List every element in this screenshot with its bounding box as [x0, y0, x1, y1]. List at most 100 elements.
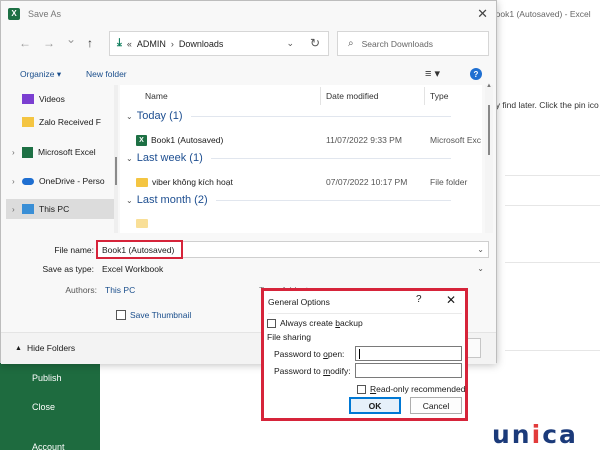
hide-folders-button[interactable]: ▲ Hide Folders: [15, 343, 75, 353]
authors-value[interactable]: This PC: [105, 285, 135, 295]
sidebar-item-this-pc[interactable]: › This PC: [6, 199, 114, 219]
excel-icon: [22, 146, 33, 158]
general-options-dialog: General Options ? ✕ Always create backup…: [261, 288, 468, 421]
checkbox-icon[interactable]: [267, 318, 276, 328]
unica-logo: unica: [492, 420, 578, 449]
always-create-backup-label: Always create backup: [280, 318, 363, 328]
help-icon[interactable]: ?: [416, 294, 422, 305]
menu-publish[interactable]: Publish: [32, 373, 62, 383]
read-only-recommended-checkbox[interactable]: Read-only recommended: [357, 384, 465, 394]
save-as-type-select[interactable]: Excel Workbook ⌄: [97, 260, 489, 277]
dialog-title: Save As: [28, 8, 62, 19]
column-date-modified[interactable]: Date modified: [326, 85, 378, 107]
sidebar-item-videos[interactable]: Videos: [6, 89, 114, 109]
chevron-up-icon: ▲: [15, 344, 22, 352]
column-name[interactable]: Name: [145, 85, 168, 107]
help-icon[interactable]: ?: [470, 68, 482, 80]
sidebar-item-zalo[interactable]: Zalo Received F: [6, 112, 114, 132]
back-arrow-icon[interactable]: ←: [19, 36, 31, 50]
file-sharing-label: File sharing: [267, 332, 311, 342]
menu-close[interactable]: Close: [32, 402, 55, 412]
save-as-type-label: Save as type:: [42, 264, 94, 274]
excel-file-icon: X: [136, 135, 147, 147]
search-box[interactable]: ⌕ Search Downloads: [337, 31, 489, 56]
group-today[interactable]: ⌄ Today (1): [120, 110, 482, 122]
sidebar-item-onedrive[interactable]: › OneDrive - Perso: [6, 171, 114, 191]
view-options-icon[interactable]: ≡ ▾: [425, 67, 440, 80]
sidebar-scrollbar[interactable]: [114, 85, 118, 233]
checkbox-icon[interactable]: [116, 310, 126, 320]
this-pc-icon: [22, 204, 34, 214]
search-placeholder: Search Downloads: [361, 38, 433, 49]
file-name: viber không kích hoạt: [152, 177, 233, 187]
up-arrow-icon[interactable]: ↑: [87, 36, 93, 50]
file-name-highlight: [96, 240, 183, 259]
ok-button[interactable]: OK: [349, 397, 401, 414]
excel-icon: X: [8, 7, 20, 20]
file-type: Microsoft Exc: [430, 135, 482, 145]
organize-button[interactable]: Organize ▾: [20, 69, 61, 80]
refresh-icon[interactable]: ↻: [310, 36, 320, 50]
excel-window-title: Book1 (Autosaved) - Excel: [490, 9, 591, 19]
forward-arrow-icon[interactable]: →: [43, 36, 55, 50]
chevron-right-icon[interactable]: ›: [12, 148, 22, 157]
chevron-right-icon[interactable]: ›: [12, 177, 22, 186]
file-row-partial[interactable]: [120, 215, 482, 233]
sidebar-item-microsoft-excel[interactable]: › Microsoft Excel: [6, 142, 114, 162]
checkbox-icon[interactable]: [357, 384, 366, 394]
breadcrumb-downloads[interactable]: Downloads: [179, 39, 224, 49]
file-row[interactable]: viber không kích hoạt 07/07/2022 10:17 P…: [120, 172, 482, 192]
sidebar-item-label: OneDrive - Perso: [39, 176, 105, 186]
group-last-week[interactable]: ⌄ Last week (1): [120, 152, 482, 164]
file-name-label: File name:: [54, 245, 94, 255]
cancel-button[interactable]: Cancel: [410, 397, 462, 414]
password-modify-input[interactable]: [355, 363, 462, 378]
file-type: File folder: [430, 177, 468, 187]
group-label: Last month (2): [136, 194, 208, 206]
sidebar-item-label: Zalo Received F: [39, 117, 101, 127]
close-icon[interactable]: ✕: [477, 6, 488, 22]
group-last-month[interactable]: ⌄ Last month (2): [120, 194, 482, 206]
file-list-scrollbar[interactable]: ▲: [485, 83, 493, 233]
group-label: Last week (1): [136, 152, 203, 164]
scroll-up-icon[interactable]: ▲: [486, 83, 492, 89]
password-modify-label: Password to modify:: [274, 366, 351, 376]
backstage-nav: Publish Close Account: [0, 355, 100, 450]
password-open-label: Password to open:: [274, 349, 345, 359]
chevron-down-icon: ⌄: [126, 153, 133, 163]
save-as-type-value: Excel Workbook: [102, 263, 164, 274]
file-date: 11/07/2022 9:33 PM: [326, 135, 402, 145]
chevron-down-icon: ⌄: [126, 111, 133, 121]
chevron-down-icon[interactable]: ⌄: [477, 264, 484, 273]
onedrive-icon: [22, 177, 34, 185]
download-icon: ⤓: [117, 37, 122, 49]
recent-locations-icon[interactable]: ⌄: [66, 32, 76, 46]
folder-icon: [136, 219, 148, 229]
general-options-title: General Options: [268, 297, 330, 307]
group-label: Today (1): [136, 110, 183, 122]
file-list: Name Date modified Type ⌄ Today (1) X Boo…: [120, 85, 482, 233]
chevron-down-icon[interactable]: ⌄: [286, 38, 294, 49]
password-open-input[interactable]: [355, 346, 462, 361]
videos-folder-icon: [22, 94, 34, 104]
address-bar[interactable]: ⤓ « ADMIN › Downloads ⌄ ↻: [109, 31, 329, 56]
sidebar-item-label: Videos: [39, 94, 65, 104]
breadcrumb-overflow[interactable]: «: [127, 39, 132, 49]
chevron-right-icon[interactable]: ›: [12, 205, 22, 214]
command-bar: Organize ▾ New folder ≡ ▾ ?: [1, 65, 496, 85]
save-thumbnail-checkbox[interactable]: Save Thumbnail: [116, 310, 191, 320]
chevron-down-icon[interactable]: ⌄: [477, 245, 484, 254]
authors-label: Authors:: [65, 285, 97, 295]
navigation-pane: Videos Zalo Received F › Microsoft Excel…: [6, 85, 114, 233]
file-date: 07/07/2022 10:17 PM: [326, 177, 408, 187]
file-name: Book1 (Autosaved): [151, 135, 224, 145]
breadcrumb-separator: ›: [170, 38, 174, 49]
search-icon: ⌕: [348, 38, 354, 49]
always-create-backup-checkbox[interactable]: Always create backup: [267, 318, 363, 328]
menu-account[interactable]: Account: [32, 442, 65, 450]
new-folder-button[interactable]: New folder: [86, 69, 127, 79]
column-type[interactable]: Type: [430, 85, 448, 107]
breadcrumb-admin[interactable]: ADMIN: [137, 39, 166, 49]
file-row[interactable]: X Book1 (Autosaved) 11/07/2022 9:33 PM Mi…: [120, 130, 482, 150]
close-icon[interactable]: ✕: [446, 293, 456, 307]
